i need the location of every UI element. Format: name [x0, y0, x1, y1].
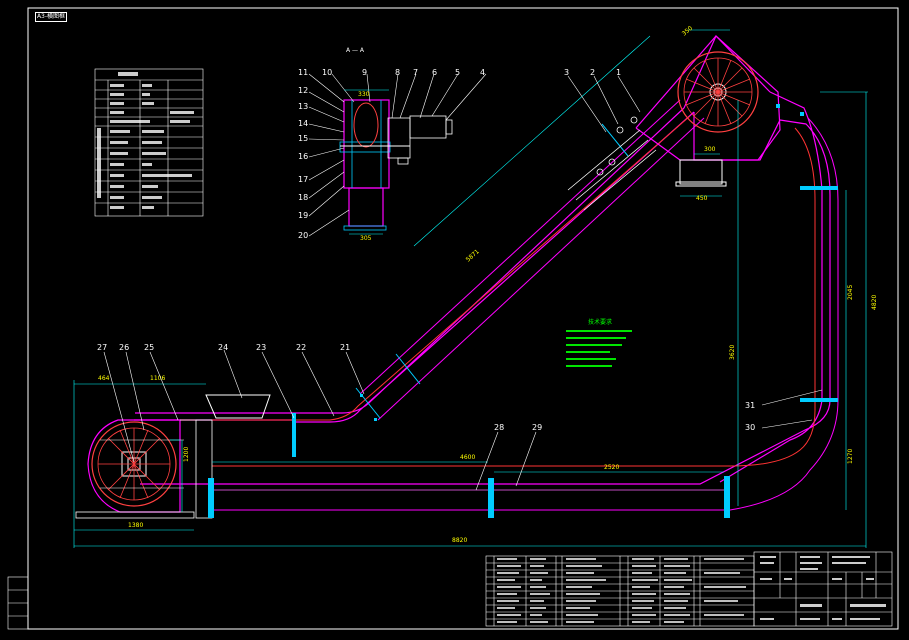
callout-29: 29: [532, 423, 542, 432]
callout-19: 19: [298, 211, 308, 220]
callout-27: 27: [97, 343, 107, 352]
tail-wheel: [91, 421, 184, 507]
title-block: [753, 551, 893, 627]
callout-30: 30: [745, 423, 755, 432]
callout-7: 7: [413, 68, 418, 77]
dim-left-top: 464: [98, 375, 110, 382]
section-view-housing: [343, 99, 390, 227]
callout-18: 18: [298, 193, 308, 202]
gear-motor: [387, 115, 453, 165]
callout-20: 20: [298, 231, 308, 240]
callout-25: 25: [144, 343, 154, 352]
feed-hopper: [205, 394, 271, 419]
drive-sprocket: [353, 102, 379, 148]
callout-23: 23: [256, 343, 266, 352]
callout-28: 28: [494, 423, 504, 432]
callout-2: 2: [590, 68, 595, 77]
dim-base-width: 305: [360, 235, 372, 242]
callout-numbers: 1 2 3 4 5 6 7 8 9 10 11 12 13 14 15 16 1…: [97, 68, 755, 432]
callout-15: 15: [298, 134, 308, 143]
callout-14: 14: [298, 119, 308, 128]
dim-right-height: 4820: [871, 295, 878, 310]
dim-left-height: 1200: [183, 447, 190, 462]
callout-17: 17: [298, 175, 308, 184]
callout-16: 16: [298, 152, 308, 161]
callout-1: 1: [616, 68, 621, 77]
section-label: A — A: [346, 47, 365, 54]
callout-4: 4: [480, 68, 485, 77]
dim-head-width: 1106: [150, 375, 165, 382]
callout-21: 21: [340, 343, 350, 352]
dim-incline-length: 5871: [465, 248, 481, 263]
conveyor-outer-casing: [134, 34, 831, 485]
callout-10: 10: [322, 68, 332, 77]
callout-6: 6: [432, 68, 437, 77]
dim-motor-top: 330: [358, 91, 370, 98]
dim-hopper-width: 300: [704, 146, 716, 153]
callout-26: 26: [119, 343, 129, 352]
callout-11: 11: [298, 68, 308, 77]
technical-notes: 技术要求: [566, 318, 632, 367]
callout-31: 31: [745, 401, 755, 410]
tensioning-bolts: [567, 116, 657, 211]
head-outlet: [675, 159, 727, 187]
callout-13: 13: [298, 102, 308, 111]
callout-9: 9: [362, 68, 367, 77]
callout-24: 24: [218, 343, 228, 352]
dim-lower-span: 4600: [460, 454, 475, 461]
parts-list-text: [497, 558, 746, 623]
dim-head: 350: [681, 25, 694, 38]
notes-title: 技术要求: [588, 318, 612, 326]
title-block-text: [760, 556, 886, 620]
spec-table-fill: [97, 72, 194, 209]
dim-right-lower: 1270: [847, 449, 854, 464]
callout-3: 3: [564, 68, 569, 77]
section-view-leaders: [308, 73, 487, 237]
head-wheel: [677, 51, 759, 133]
conveyor-assembly-drawing: A — A 8820 4600 2520 1380 1106 464 1200 …: [7, 7, 899, 630]
tail-frame: [75, 419, 213, 519]
callout-5: 5: [455, 68, 460, 77]
dim-outlet-width: 450: [696, 195, 708, 202]
incline-guides: [359, 99, 705, 421]
dim-upper-span: 2520: [604, 464, 619, 471]
incline-flange-pair: [355, 123, 629, 419]
callout-22: 22: [296, 343, 306, 352]
revision-stamp: [7, 576, 29, 630]
dim-mid-height: 3620: [729, 345, 736, 360]
callout-12: 12: [298, 86, 308, 95]
dim-right-upper: 2045: [847, 285, 854, 300]
dim-left-width: 1380: [128, 522, 143, 529]
casing-flanges: [208, 104, 838, 518]
callout-8: 8: [395, 68, 400, 77]
dim-overall-length: 8820: [452, 537, 467, 544]
